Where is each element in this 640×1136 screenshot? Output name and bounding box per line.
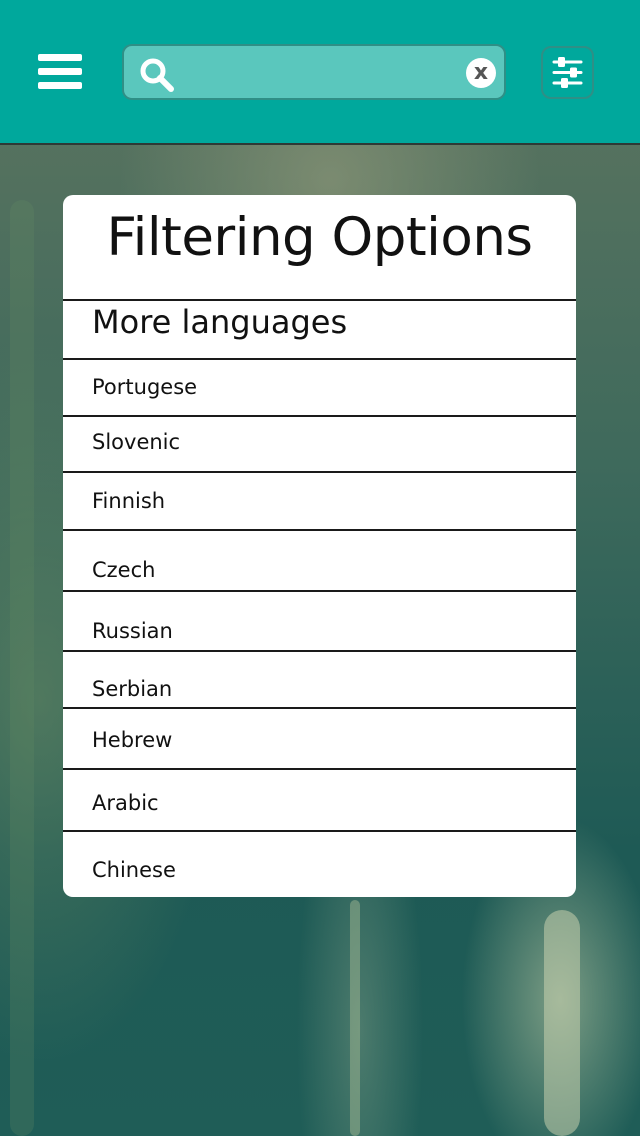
- language-item-arabic[interactable]: Arabic: [63, 769, 576, 830]
- filter-sliders-button[interactable]: [541, 46, 594, 99]
- language-label: Finnish: [92, 489, 166, 513]
- panel-title: Filtering Options: [106, 207, 533, 268]
- hamburger-menu-icon[interactable]: [36, 52, 84, 92]
- search-bar[interactable]: x: [122, 44, 506, 100]
- language-label: Slovenic: [92, 430, 181, 454]
- language-item-czech[interactable]: Czech: [63, 530, 576, 590]
- magnifier-icon: [138, 56, 176, 94]
- clear-x-icon[interactable]: x: [466, 58, 496, 88]
- language-label: Serbian: [92, 677, 173, 701]
- language-label: Russian: [92, 619, 173, 643]
- language-label: Chinese: [92, 858, 176, 882]
- background-grass-stem: [350, 900, 360, 1136]
- language-item-portugese[interactable]: Portugese: [63, 359, 576, 415]
- language-label: Portugese: [92, 375, 198, 399]
- filtering-options-panel: Filtering Options More languages Portuge…: [63, 195, 576, 897]
- language-label: Czech: [92, 558, 156, 582]
- sliders-icon: [552, 57, 583, 88]
- search-input[interactable]: [184, 54, 458, 92]
- language-item-chinese[interactable]: Chinese: [63, 831, 576, 897]
- language-label: Arabic: [92, 791, 159, 815]
- background-grass-blur: [10, 200, 34, 1136]
- language-item-slovenic[interactable]: Slovenic: [63, 416, 576, 471]
- language-item-finnish[interactable]: Finnish: [63, 472, 576, 529]
- language-item-serbian[interactable]: Serbian: [63, 651, 576, 707]
- background-grass-seedhead: [544, 910, 580, 1136]
- top-navigation-bar: x: [0, 0, 640, 145]
- language-item-russian[interactable]: Russian: [63, 591, 576, 650]
- more-languages-header: More languages: [92, 303, 348, 341]
- language-item-hebrew[interactable]: Hebrew: [63, 708, 576, 768]
- clear-x-glyph: x: [473, 60, 489, 85]
- divider: [63, 299, 576, 301]
- language-label: Hebrew: [92, 728, 173, 752]
